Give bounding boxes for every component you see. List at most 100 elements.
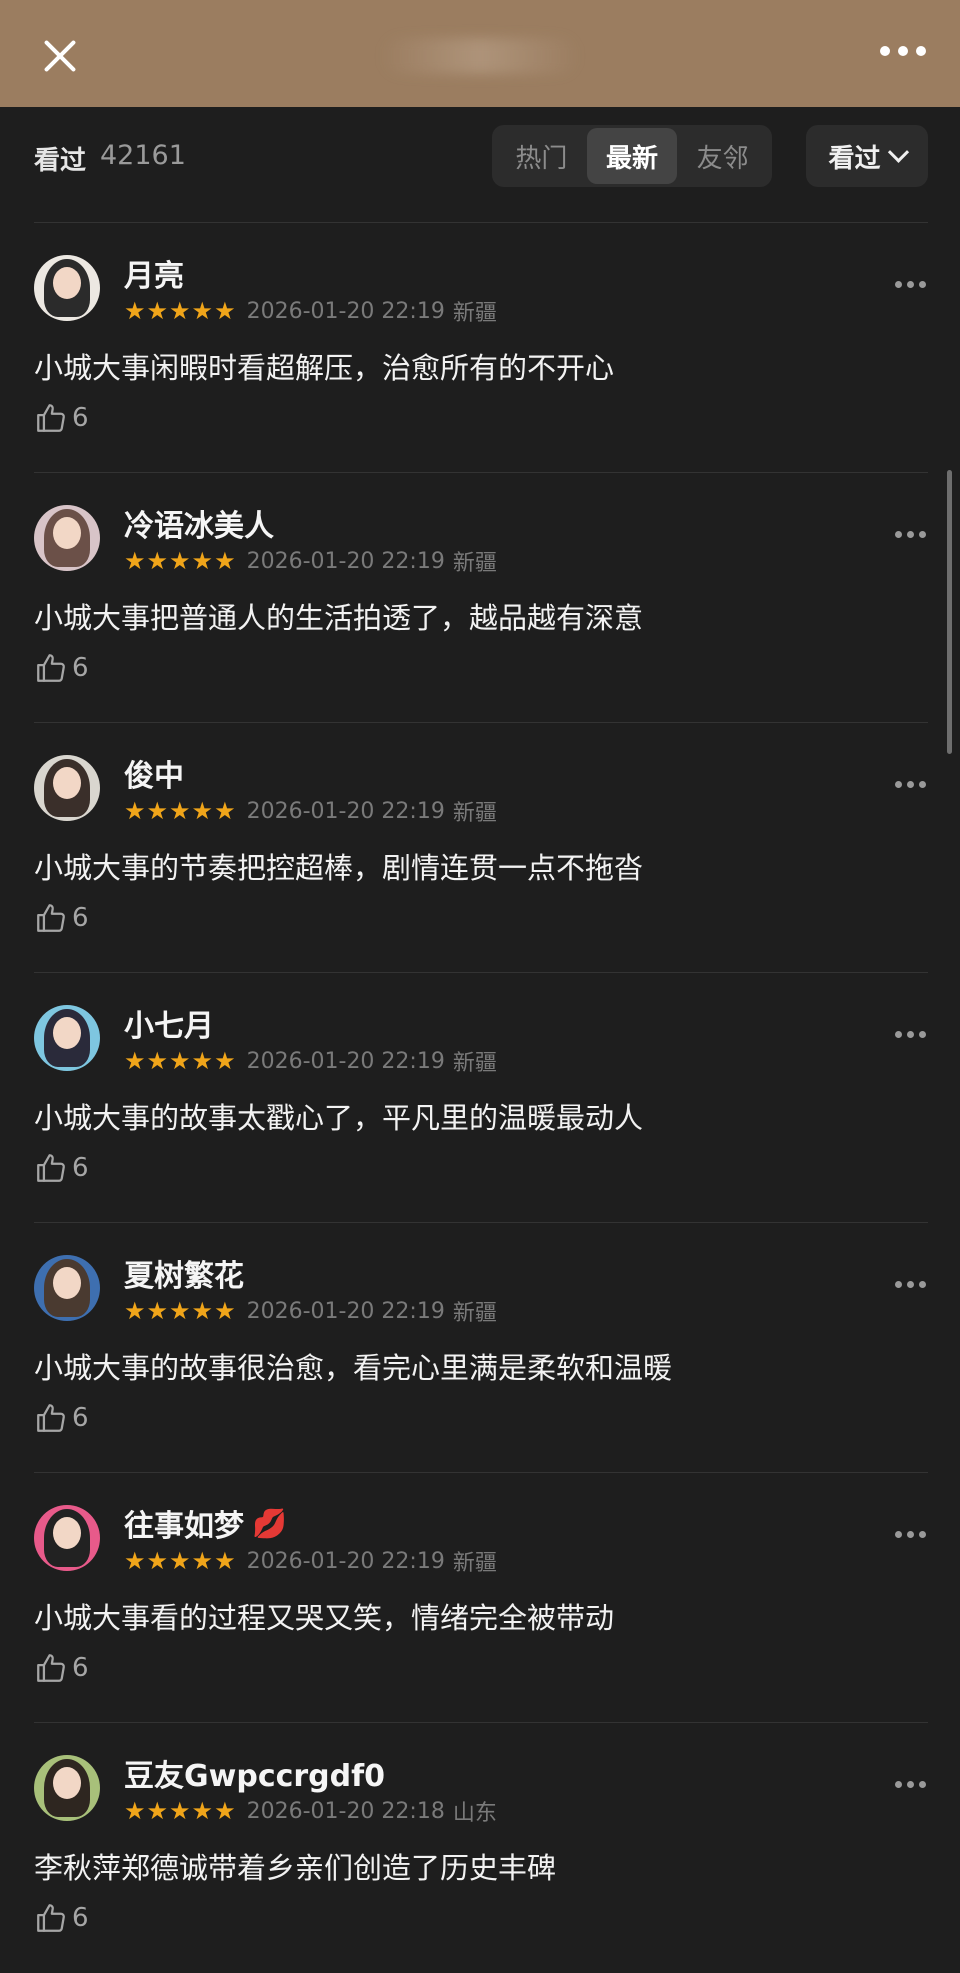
comment-meta: ★★★★★ 2026-01-20 22:19 新疆 <box>124 795 497 827</box>
timestamp: 2026-01-20 22:19 <box>246 1048 445 1074</box>
username-text: 俊中 <box>124 759 184 794</box>
comment-item: 冷语冰美人 ★★★★★ 2026-01-20 22:19 新疆 小城大事把普通人… <box>0 473 960 723</box>
username[interactable]: 冷语冰美人 <box>124 501 274 545</box>
username[interactable]: 豆友Gwpccrgdf0 <box>124 1751 385 1795</box>
like-count: 6 <box>72 1653 89 1683</box>
scrollbar[interactable] <box>947 470 952 754</box>
username[interactable]: 夏树繁花 <box>124 1251 244 1295</box>
like-button[interactable]: 6 <box>34 1901 89 1935</box>
location: 新疆 <box>452 1551 497 1576</box>
comment-text: 小城大事闲暇时看超解压，治愈所有的不开心 <box>34 351 615 385</box>
tab-latest[interactable]: 最新 <box>586 128 678 184</box>
username-text: 豆友Gwpccrgdf0 <box>124 1759 386 1794</box>
comment-text: 小城大事看的过程又哭又笑，情绪完全被带动 <box>34 1601 615 1635</box>
username-text: 冷语冰美人 <box>124 509 274 544</box>
comment-more-icon[interactable] <box>895 1781 926 1788</box>
comment-more-icon[interactable] <box>895 781 926 788</box>
comment-more-icon[interactable] <box>895 1531 926 1538</box>
timestamp: 2026-01-20 22:18 <box>246 1798 445 1824</box>
like-count: 6 <box>72 1403 89 1433</box>
comment-more-icon[interactable] <box>895 531 926 538</box>
like-button[interactable]: 6 <box>34 401 89 435</box>
chevron-down-icon <box>887 141 909 163</box>
timestamp: 2026-01-20 22:19 <box>246 798 445 824</box>
like-button[interactable]: 6 <box>34 901 89 935</box>
timestamp: 2026-01-20 22:19 <box>246 298 445 324</box>
avatar[interactable] <box>34 755 100 821</box>
comment-more-icon[interactable] <box>895 281 926 288</box>
location: 山东 <box>452 1801 497 1826</box>
comment-meta: ★★★★★ 2026-01-20 22:19 新疆 <box>124 295 497 327</box>
comment-more-icon[interactable] <box>895 1031 926 1038</box>
close-icon[interactable] <box>38 34 82 78</box>
lips-emoji-icon: 💋 <box>252 1506 287 1540</box>
thumbs-up-icon <box>37 1904 65 1932</box>
username[interactable]: 月亮 <box>124 251 184 295</box>
username[interactable]: 俊中 <box>124 751 184 795</box>
like-count: 6 <box>72 1903 89 1933</box>
like-button[interactable]: 6 <box>34 1151 89 1185</box>
comment-meta: ★★★★★ 2026-01-20 22:18 山东 <box>124 1795 497 1827</box>
username-text: 月亮 <box>124 259 184 294</box>
timestamp: 2026-01-20 22:19 <box>246 1548 445 1574</box>
like-count: 6 <box>72 653 89 683</box>
tab-friends[interactable]: 友邻 <box>677 128 768 184</box>
star-rating: ★★★★★ <box>124 1297 237 1325</box>
status-dropdown-label: 看过 <box>828 143 881 174</box>
comment-item: 月亮 ★★★★★ 2026-01-20 22:19 新疆 小城大事闲暇时看超解压… <box>0 223 960 473</box>
status-dropdown[interactable]: 看过 <box>806 125 928 187</box>
comment-meta: ★★★★★ 2026-01-20 22:19 新疆 <box>124 1295 497 1327</box>
timestamp: 2026-01-20 22:19 <box>246 548 445 574</box>
timestamp: 2026-01-20 22:19 <box>246 1298 445 1324</box>
username[interactable]: 小七月 <box>124 1001 214 1045</box>
star-rating: ★★★★★ <box>124 547 237 575</box>
location: 新疆 <box>452 301 497 326</box>
thumbs-up-icon <box>37 654 65 682</box>
location: 新疆 <box>452 1301 497 1326</box>
comment-more-icon[interactable] <box>895 1281 926 1288</box>
tab-hot[interactable]: 热门 <box>496 128 587 184</box>
blurred-title <box>380 38 580 74</box>
avatar[interactable] <box>34 1005 100 1071</box>
comment-item: 夏树繁花 ★★★★★ 2026-01-20 22:19 新疆 小城大事的故事很治… <box>0 1223 960 1473</box>
thumbs-up-icon <box>37 904 65 932</box>
star-rating: ★★★★★ <box>124 1797 237 1825</box>
thumbs-up-icon <box>37 1154 65 1182</box>
comment-text: 小城大事的故事很治愈，看完心里满是柔软和温暖 <box>34 1351 673 1385</box>
thumbs-up-icon <box>37 1654 65 1682</box>
like-count: 6 <box>72 1153 89 1183</box>
star-rating: ★★★★★ <box>124 797 237 825</box>
like-button[interactable]: 6 <box>34 1651 89 1685</box>
comment-item: 往事如梦 💋 ★★★★★ 2026-01-20 22:19 新疆 小城大事看的过… <box>0 1473 960 1723</box>
comment-text: 李秋萍郑德诚带着乡亲们创造了历史丰碑 <box>34 1851 557 1885</box>
more-options-icon[interactable] <box>880 46 926 56</box>
comment-meta: ★★★★★ 2026-01-20 22:19 新疆 <box>124 1545 497 1577</box>
username-text: 往事如梦 <box>124 1509 244 1544</box>
comment-text: 小城大事的节奏把控超棒，剧情连贯一点不拖沓 <box>34 851 644 885</box>
like-count: 6 <box>72 903 89 933</box>
seen-label: 看过 <box>34 146 87 176</box>
like-count: 6 <box>72 403 89 433</box>
top-bar <box>0 0 960 107</box>
comment-item: 豆友Gwpccrgdf0 ★★★★★ 2026-01-20 22:18 山东 李… <box>0 1723 960 1973</box>
seen-count: 42161 <box>100 140 186 171</box>
comment-meta: ★★★★★ 2026-01-20 22:19 新疆 <box>124 1045 497 1077</box>
avatar[interactable] <box>34 1755 100 1821</box>
comment-text: 小城大事把普通人的生活拍透了，越品越有深意 <box>34 601 644 635</box>
comment-meta: ★★★★★ 2026-01-20 22:19 新疆 <box>124 545 497 577</box>
avatar[interactable] <box>34 505 100 571</box>
comment-text: 小城大事的故事太戳心了，平凡里的温暖最动人 <box>34 1101 644 1135</box>
username-text: 小七月 <box>124 1009 214 1044</box>
sort-segmented-control: 热门 最新 友邻 <box>492 125 772 187</box>
like-button[interactable]: 6 <box>34 1401 89 1435</box>
comment-item: 小七月 ★★★★★ 2026-01-20 22:19 新疆 小城大事的故事太戳心… <box>0 973 960 1223</box>
avatar[interactable] <box>34 1505 100 1571</box>
avatar[interactable] <box>34 1255 100 1321</box>
like-button[interactable]: 6 <box>34 651 89 685</box>
location: 新疆 <box>452 551 497 576</box>
username[interactable]: 往事如梦 💋 <box>124 1501 287 1545</box>
star-rating: ★★★★★ <box>124 1547 237 1575</box>
username-text: 夏树繁花 <box>124 1259 244 1294</box>
star-rating: ★★★★★ <box>124 297 237 325</box>
avatar[interactable] <box>34 255 100 321</box>
